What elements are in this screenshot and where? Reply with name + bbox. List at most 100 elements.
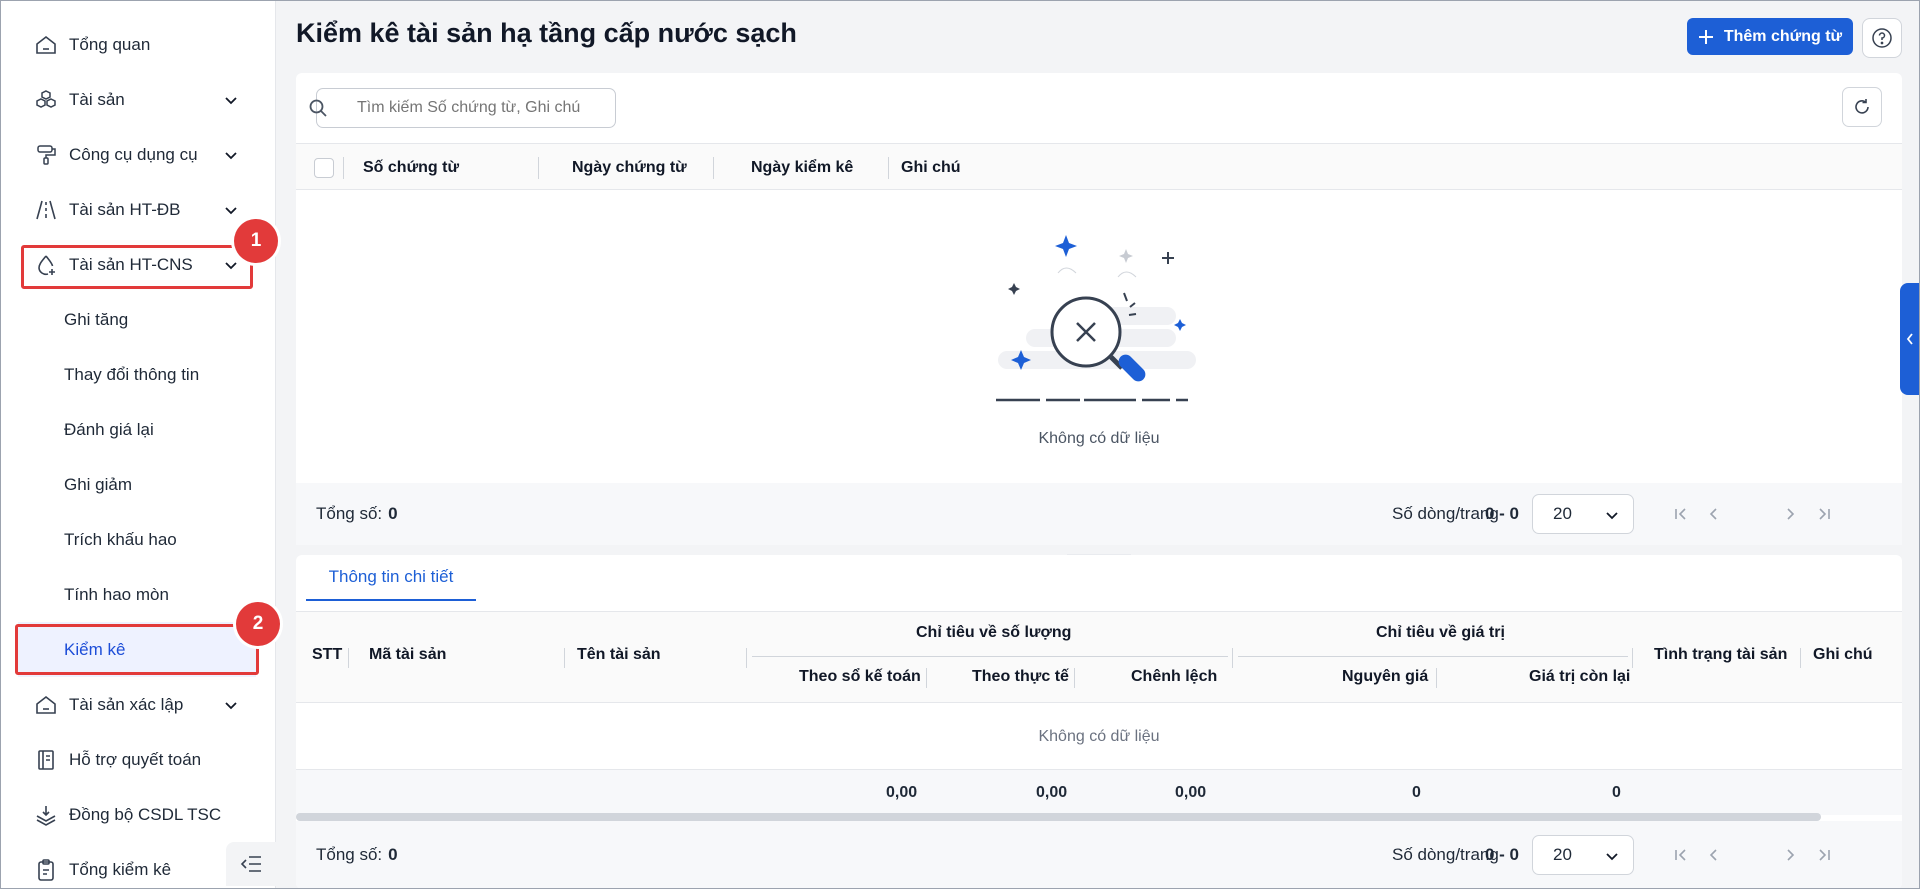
first-page-button[interactable] <box>1671 504 1691 524</box>
last-page-button[interactable] <box>1814 504 1834 524</box>
column-header-ten-tai-san[interactable]: Tên tài sản <box>577 646 661 664</box>
collapse-sidebar-button[interactable] <box>226 842 276 886</box>
chevron-left-icon <box>1709 849 1717 861</box>
detail-total-count: Tổng số: 0 <box>316 845 398 864</box>
column-header-thuc-te[interactable]: Theo thực tế <box>972 668 1069 686</box>
sidebar-item-label: Tổng quan <box>69 34 151 54</box>
chevron-right-icon <box>1787 849 1795 861</box>
search-input[interactable] <box>316 88 616 128</box>
column-header-ghi-chu[interactable]: Ghi chú <box>1813 646 1873 664</box>
sidebar-subitem-tinh-hao-mon[interactable]: Tính hao mòn <box>0 567 276 622</box>
detail-first-page-button[interactable] <box>1671 845 1691 865</box>
detail-empty-state-text: Không có dữ liệu <box>1038 728 1160 745</box>
detail-table-footer: Tổng số: 0 Số dòng/trang 20 0 - 0 <box>296 821 1902 889</box>
last-page-icon <box>1819 508 1830 520</box>
next-page-button[interactable] <box>1780 504 1800 524</box>
column-header-nguyen-gia[interactable]: Nguyên giá <box>1342 668 1428 686</box>
sidebar-item-label: Tổng kiểm kê <box>69 859 172 879</box>
chevron-down-icon <box>225 701 237 709</box>
column-header-ghi-chu[interactable]: Ghi chú <box>901 144 961 191</box>
sidebar-item-label: Công cụ dụng cụ <box>69 144 198 164</box>
cubes-icon <box>36 89 56 108</box>
question-circle-icon <box>1872 28 1892 48</box>
sidebar-item-label: Tài sản <box>69 89 125 109</box>
column-header-ngay-kiem-ke[interactable]: Ngày kiểm kê <box>751 144 853 191</box>
detail-summary-row: 0,00 0,00 0,00 0 0 <box>296 769 1902 815</box>
horizontal-scrollbar[interactable] <box>296 813 1821 821</box>
collapse-menu-icon <box>240 856 261 872</box>
sidebar-subitem-thay-doi-thong-tin[interactable]: Thay đổi thông tin <box>0 347 276 402</box>
highlight-box-1 <box>21 245 253 289</box>
ledger-icon <box>38 749 54 770</box>
sidebar-subitem-label: Tính hao mòn <box>64 584 169 604</box>
empty-state-text: Không có dữ liệu <box>1038 430 1160 447</box>
sidebar-item-ho-tro-quyet-toan[interactable]: Hỗ trợ quyết toán <box>0 732 276 787</box>
highlight-box-2 <box>15 624 259 675</box>
home-icon <box>36 695 56 714</box>
select-all-checkbox[interactable] <box>314 158 334 178</box>
sidebar-item-tai-san-xac-lap[interactable]: Tài sản xác lập <box>0 677 276 732</box>
clipboard-icon <box>38 858 54 881</box>
column-header-tinh-trang[interactable]: Tình trạng tài sản <box>1654 646 1787 664</box>
sidebar-subitem-ghi-giam[interactable]: Ghi giảm <box>0 457 276 512</box>
voucher-list-card: Số chứng từ Ngày chứng từ Ngày kiểm kê G… <box>296 73 1902 545</box>
chevron-down-icon <box>225 96 237 104</box>
road-icon <box>36 200 56 219</box>
sidebar: Tổng quan Tài sản Công cụ dụng cụ Tài sả… <box>0 0 280 889</box>
search-icon <box>309 99 327 117</box>
sidebar-item-tai-san[interactable]: Tài sản <box>0 72 276 127</box>
last-page-icon <box>1819 849 1830 861</box>
total-count: Tổng số: 0 <box>316 504 398 523</box>
column-header-so-chung-tu[interactable]: Số chứng từ <box>363 144 459 191</box>
page-range: 0 - 0 <box>1484 504 1520 523</box>
chevron-left-icon <box>1906 333 1913 345</box>
prev-page-button[interactable] <box>1704 504 1724 524</box>
sum-chenh-lech: 0,00 <box>1175 784 1207 801</box>
sum-nguyen-gia: 0 <box>1412 784 1421 801</box>
sidebar-subitem-label: Thay đổi thông tin <box>64 364 200 384</box>
page-title: Kiểm kê tài sản hạ tầng cấp nước sạch <box>296 18 797 48</box>
sidebar-item-label: Tài sản xác lập <box>69 694 184 714</box>
first-page-icon <box>1675 849 1686 861</box>
sidebar-item-dong-bo-csdl-tsc[interactable]: Đồng bộ CSDL TSC <box>0 787 276 842</box>
detail-last-page-button[interactable] <box>1814 845 1834 865</box>
paint-roller-icon <box>37 144 56 165</box>
sidebar-subitem-trich-khau-hao[interactable]: Trích khấu hao <box>0 512 276 567</box>
chevron-right-icon <box>1787 508 1795 520</box>
tab-thong-tin-chi-tiet[interactable]: Thông tin chi tiết <box>306 555 476 601</box>
column-header-gia-tri-con-lai[interactable]: Giá trị còn lại <box>1529 668 1630 686</box>
column-header-ngay-chung-tu[interactable]: Ngày chứng từ <box>572 144 687 191</box>
sum-thuc-te: 0,00 <box>1036 784 1068 801</box>
step-marker-2: 2 <box>236 602 280 646</box>
refresh-icon <box>1855 99 1869 114</box>
empty-search-illustration <box>996 235 1196 402</box>
chevron-down-icon <box>225 206 237 214</box>
detail-panel: Thông tin chi tiết STT Mã tài sản Tên tà… <box>296 555 1902 889</box>
sum-gia-tri-con-lai: 0 <box>1612 784 1621 801</box>
first-page-icon <box>1675 508 1686 520</box>
refresh-button[interactable] <box>1842 87 1882 127</box>
home-icon <box>36 35 56 54</box>
right-panel-toggle[interactable] <box>1900 283 1920 395</box>
sidebar-item-tai-san-ht-db[interactable]: Tài sản HT-ĐB <box>0 182 276 237</box>
sidebar-subitem-label: Đánh giá lại <box>64 419 154 439</box>
sidebar-subitem-label: Trích khấu hao <box>64 529 177 549</box>
detail-table-header: STT Mã tài sản Tên tài sản Chỉ tiêu về s… <box>296 611 1902 703</box>
detail-next-page-button[interactable] <box>1780 845 1800 865</box>
chevron-left-icon <box>1709 508 1717 520</box>
column-header-so-ke-toan[interactable]: Theo sổ kế toán <box>799 668 921 686</box>
sidebar-item-tong-quan[interactable]: Tổng quan <box>0 17 276 72</box>
detail-prev-page-button[interactable] <box>1704 845 1724 865</box>
column-header-ma-tai-san[interactable]: Mã tài sản <box>369 646 446 664</box>
help-button[interactable] <box>1862 18 1902 58</box>
column-header-chenh-lech[interactable]: Chênh lệch <box>1131 668 1217 686</box>
sidebar-item-label: Đồng bộ CSDL TSC <box>69 804 222 824</box>
add-voucher-button[interactable]: Thêm chứng từ <box>1687 18 1853 55</box>
sidebar-subitem-label: Ghi giảm <box>64 474 133 494</box>
chevron-down-icon <box>1606 853 1618 861</box>
column-header-stt[interactable]: STT <box>312 646 342 664</box>
sidebar-item-cong-cu-dung-cu[interactable]: Công cụ dụng cụ <box>0 127 276 182</box>
sidebar-subitem-ghi-tang[interactable]: Ghi tăng <box>0 292 276 347</box>
sidebar-subitem-danh-gia-lai[interactable]: Đánh giá lại <box>0 402 276 457</box>
chevron-down-icon <box>1606 512 1618 520</box>
